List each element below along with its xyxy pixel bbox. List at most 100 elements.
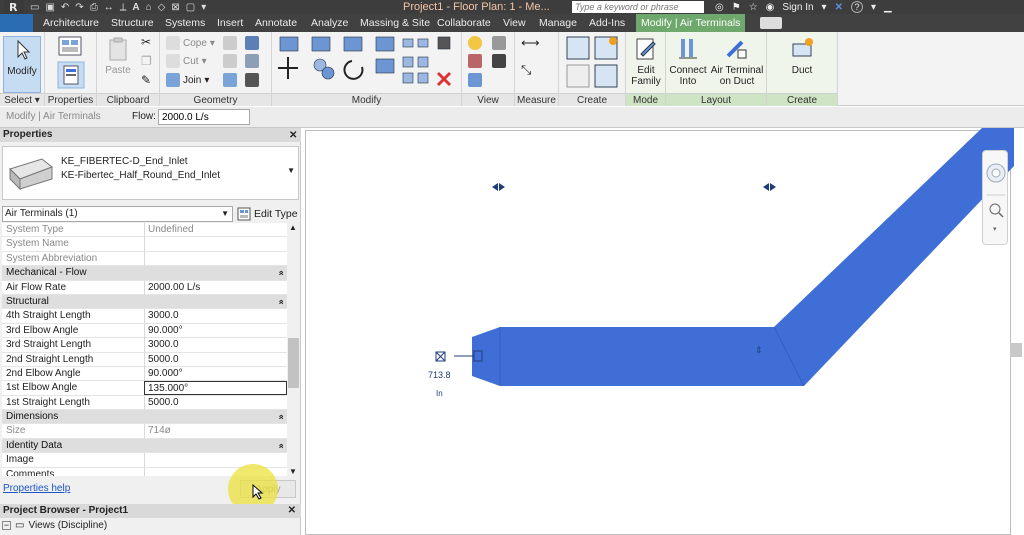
duct-system-button[interactable]: Duct (782, 36, 822, 76)
property-value[interactable]: 2000.00 L/s (144, 280, 287, 295)
panel-toggle-icon[interactable] (760, 17, 782, 29)
search-input[interactable]: Type a keyword or phrase (572, 1, 704, 13)
property-section[interactable]: Structural » (2, 294, 287, 310)
hide-icon[interactable] (468, 73, 482, 87)
demolish-icon[interactable] (223, 73, 237, 87)
property-section[interactable]: Mechanical - Flow » (2, 266, 287, 281)
collapse-section-icon[interactable]: » (273, 443, 287, 448)
property-value[interactable]: 135.000° (144, 381, 287, 396)
property-row[interactable]: 1st Straight Length 5000.0 (2, 395, 287, 411)
type-selector[interactable]: KE_FIBERTEC-D_End_Inlet KE-Fibertec_Half… (2, 146, 299, 200)
tab-annotate[interactable]: Annotate (255, 14, 297, 32)
tab-modify-air-terminals[interactable]: Modify | Air Terminals (636, 14, 746, 32)
3d-view-icon[interactable]: ⌂ (146, 2, 152, 13)
subscription-icon[interactable]: ⚑ (732, 2, 741, 13)
views-tree-item[interactable]: − ▭ Views (Discipline) (2, 520, 107, 531)
light-bulb-icon[interactable] (468, 36, 482, 50)
join-button[interactable]: Join ▾ (166, 72, 209, 88)
properties-scrollbar[interactable]: ▲ ▼ (287, 223, 300, 476)
property-row[interactable]: Air Flow Rate 2000.00 L/s (2, 280, 287, 295)
property-row[interactable]: 2nd Straight Length 5000.0 (2, 352, 287, 367)
close-hidden-icon[interactable]: ⊠ (171, 2, 179, 13)
save-icon[interactable]: ▣ (45, 2, 54, 13)
air-terminal-on-duct-button[interactable]: Air Terminal on Duct (708, 36, 766, 87)
flip-arrows-left[interactable] (492, 183, 505, 191)
measure-between-icon[interactable]: ⟷ (521, 35, 540, 51)
panel-select-label[interactable]: Select ▾ (0, 93, 44, 106)
project-browser-close-icon[interactable]: ✕ (288, 504, 296, 518)
create-tools-icons[interactable] (565, 35, 621, 91)
property-row[interactable]: 2nd Elbow Angle 90.000° (2, 366, 287, 382)
open-icon[interactable]: ▭ (30, 2, 39, 13)
scroll-down-icon[interactable]: ▼ (289, 467, 297, 476)
zoom-icon[interactable] (989, 203, 1001, 215)
tab-insert[interactable]: Insert (217, 14, 243, 32)
zoom-dropdown-icon[interactable]: ▾ (993, 225, 997, 233)
print-icon[interactable]: ⎙ (90, 2, 98, 13)
properties-close-icon[interactable]: ✕ (289, 130, 297, 141)
sign-in-dropdown-icon[interactable]: ▾ (822, 2, 827, 13)
redo-icon[interactable]: ↷ (75, 2, 83, 13)
collapse-icon[interactable]: − (2, 521, 11, 530)
edit-family-button[interactable]: Edit Family (628, 36, 664, 87)
undo-icon[interactable]: ↶ (61, 2, 69, 13)
user-icon[interactable]: ◉ (766, 2, 775, 13)
wall-joins-icon[interactable] (223, 36, 237, 50)
file-tab[interactable] (0, 14, 33, 32)
collapse-section-icon[interactable]: » (273, 299, 287, 304)
linework-icon[interactable] (492, 54, 506, 68)
property-row[interactable]: 3rd Elbow Angle 90.000° (2, 323, 287, 339)
modify-button[interactable]: Modify (3, 36, 41, 93)
canvas-scroll-thumb[interactable] (1010, 343, 1022, 357)
property-value[interactable]: 5000.0 (144, 352, 287, 367)
scroll-up-icon[interactable]: ▲ (289, 223, 297, 232)
measure-icon[interactable]: ↔ (104, 2, 114, 13)
hammer-icon[interactable] (245, 73, 259, 87)
connect-into-button[interactable]: Connect Into (668, 36, 708, 87)
property-value[interactable]: 90.000° (144, 323, 287, 338)
help-dropdown-icon[interactable]: ▾ (871, 2, 876, 13)
minimize-icon[interactable]: ▁ (884, 2, 892, 13)
duct-body[interactable] (472, 128, 1014, 386)
tab-analyze[interactable]: Analyze (311, 14, 348, 32)
split-face-icon[interactable] (245, 36, 259, 50)
properties-help-link[interactable]: Properties help (3, 483, 70, 494)
properties-icon[interactable] (57, 61, 85, 89)
binoculars-icon[interactable]: ◎ (715, 2, 724, 13)
property-row[interactable]: System Name (2, 237, 287, 252)
flow-input[interactable] (158, 109, 250, 125)
property-value[interactable]: 5000.0 (144, 395, 287, 410)
eraser-icon[interactable] (492, 36, 506, 50)
cut-geometry-button[interactable]: Cut ▾ (166, 53, 207, 69)
star-icon[interactable]: ☆ (749, 2, 758, 13)
switch-windows-icon[interactable]: ▢ (186, 2, 195, 13)
cut-icon[interactable]: ✂ (141, 35, 151, 49)
paint-icon[interactable] (223, 54, 237, 68)
tab-collaborate[interactable]: Collaborate (437, 14, 491, 32)
edit-type-button[interactable]: Edit Type (237, 205, 299, 223)
section-icon[interactable]: ◇ (158, 2, 166, 13)
duct-flip-icon[interactable]: ⇕ (755, 345, 763, 355)
tab-structure[interactable]: Structure (111, 14, 154, 32)
property-row[interactable]: System Abbreviation (2, 251, 287, 267)
property-value[interactable]: 3000.0 (144, 338, 287, 353)
sign-in-link[interactable]: Sign In (782, 2, 813, 13)
dimension-icon[interactable]: ⟂ (120, 2, 127, 13)
property-value[interactable]: 3000.0 (144, 309, 287, 324)
exchange-icon[interactable]: ✕ (835, 2, 843, 13)
tab-add-ins[interactable]: Add-Ins (589, 14, 625, 32)
remove-paint-icon[interactable] (245, 54, 259, 68)
property-section[interactable]: Dimensions » (2, 410, 287, 425)
tab-view[interactable]: View (503, 14, 526, 32)
cope-button[interactable]: Cope ▾ (166, 35, 215, 51)
revit-logo-icon[interactable]: R (4, 0, 24, 14)
type-properties-icon[interactable] (57, 35, 85, 59)
tab-architecture[interactable]: Architecture (43, 14, 99, 32)
collapse-section-icon[interactable]: » (273, 415, 287, 420)
flip-arrows-right[interactable] (763, 183, 776, 191)
qat-dropdown-icon[interactable]: ▾ (201, 2, 206, 13)
copy-icon[interactable]: ❐ (141, 54, 152, 68)
tab-systems[interactable]: Systems (165, 14, 205, 32)
property-row[interactable]: Size 714ø (2, 424, 287, 439)
property-section[interactable]: Identity Data » (2, 438, 287, 454)
